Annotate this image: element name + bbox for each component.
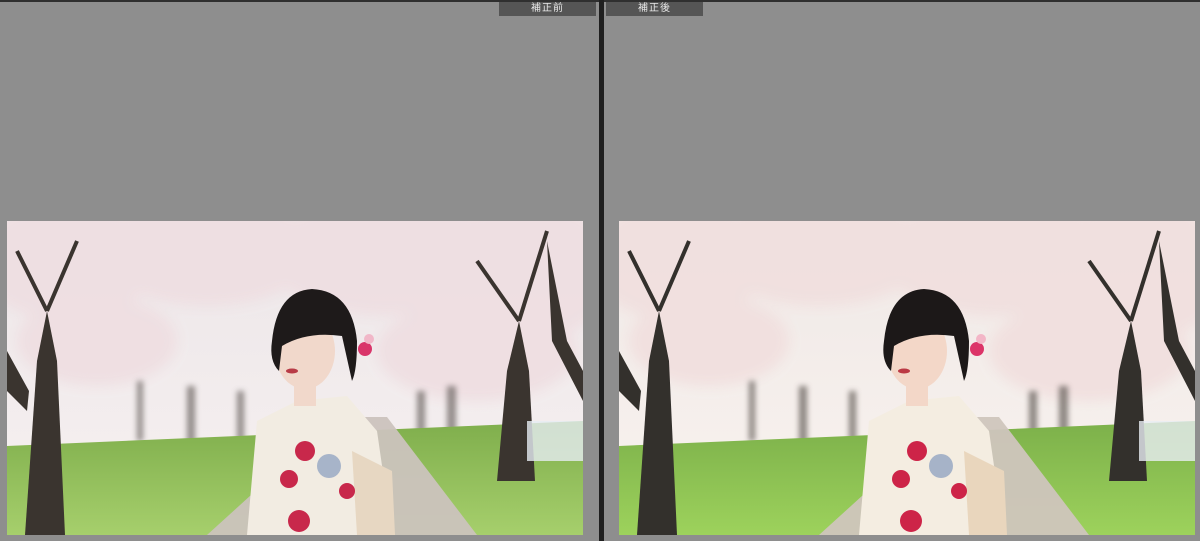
before-label: 補正前: [499, 2, 596, 16]
photo-image: [7, 221, 583, 535]
after-label: 補正後: [606, 2, 703, 16]
after-panel[interactable]: 補正後: [604, 0, 1200, 541]
before-after-viewer: 補正前 補正後: [0, 0, 1200, 541]
photo-image: [619, 221, 1195, 535]
before-panel[interactable]: 補正前: [0, 0, 599, 541]
after-photo[interactable]: [619, 221, 1195, 535]
before-photo[interactable]: [7, 221, 583, 535]
